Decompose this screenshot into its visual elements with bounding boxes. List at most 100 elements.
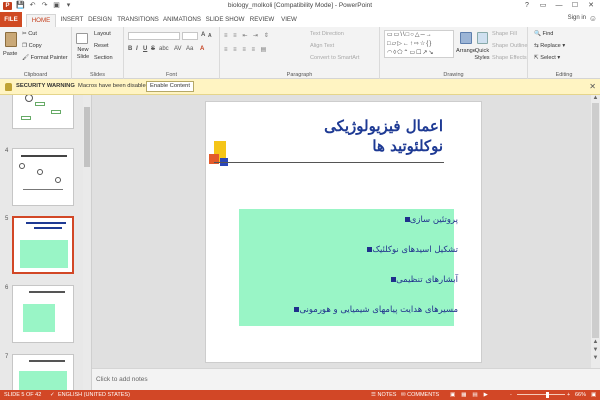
view-buttons[interactable]: ▣▦▤▶ <box>450 392 494 398</box>
drawing-group-label: Drawing <box>443 72 464 78</box>
tab-file[interactable]: FILE <box>0 12 22 27</box>
change-case-button[interactable]: Aa <box>186 46 193 52</box>
underline-button[interactable]: U <box>143 46 147 52</box>
zoom-in-button[interactable]: + <box>567 392 570 398</box>
thumb-bullet-box <box>19 371 67 390</box>
tab-design[interactable]: DESIGN <box>86 14 114 27</box>
tab-view[interactable]: VIEW <box>278 14 300 27</box>
find-button[interactable]: 🔍 Find <box>534 31 553 37</box>
enable-content-button[interactable]: Enable Content <box>146 81 194 92</box>
section-button[interactable]: Section <box>94 55 113 61</box>
copy-button[interactable]: ❐ Copy <box>22 43 42 49</box>
zoom-slider[interactable] <box>517 394 565 395</box>
bullet-item: پروتئین سازی <box>248 215 458 225</box>
font-name-combo[interactable] <box>128 32 180 40</box>
italic-button[interactable]: I <box>136 46 138 52</box>
quick-styles-icon[interactable] <box>477 32 488 44</box>
editor-scrollbar[interactable]: ▲ ▲ ▼ ▼ <box>591 95 600 368</box>
zoom-level[interactable]: 66% <box>575 392 586 398</box>
replace-button[interactable]: ⇆ Replace ▾ <box>534 43 565 49</box>
slide-title[interactable]: اعمال فیزیولوژیکی نوکلئوتید ها <box>233 116 443 156</box>
shape-outline-button[interactable]: Shape Outline <box>492 43 527 49</box>
shape-effects-button[interactable]: Shape Effects <box>492 55 527 61</box>
tab-home[interactable]: HOME <box>26 14 56 27</box>
slide-thumbnail-4[interactable] <box>12 148 74 206</box>
align-buttons[interactable]: ≡ ≡ ≡ ≡ ▤ <box>224 46 268 53</box>
bullet-text: تشکیل اسیدهای نوکلئیک <box>372 245 458 255</box>
molecule-drawing <box>37 169 43 175</box>
new-slide-icon[interactable] <box>76 33 88 44</box>
slide-thumbnail-5[interactable] <box>12 216 74 274</box>
zoom-out-button[interactable]: - <box>510 392 512 398</box>
tab-insert[interactable]: INSERT <box>58 14 86 27</box>
font-group-label: Font <box>165 72 177 78</box>
scrollbar-thumb[interactable] <box>84 107 90 167</box>
language-indicator[interactable]: ENGLISH (UNITED STATES) <box>58 392 130 398</box>
slide-canvas[interactable]: اعمال فیزیولوژیکی نوکلئوتید ها پروتئین س… <box>205 101 482 363</box>
font-size-combo[interactable] <box>182 32 198 40</box>
molecule-label-box <box>21 116 31 120</box>
bullet-item: آبشارهای تنظیمی <box>248 275 458 285</box>
bold-button[interactable]: B <box>128 46 132 52</box>
minimize-icon[interactable]: — <box>552 1 566 10</box>
bullet-text: پروتئین سازی <box>409 215 458 225</box>
scroll-down-arrow-icon[interactable]: ▼ <box>591 355 600 361</box>
notes-pane[interactable]: Click to add notes <box>92 368 600 390</box>
grow-font-button[interactable]: A <box>201 32 205 38</box>
ribbon-display-icon[interactable]: ▭ <box>536 1 550 10</box>
scroll-up-arrow-icon[interactable]: ▲ <box>591 339 600 345</box>
tab-review[interactable]: REVIEW <box>248 14 276 27</box>
thumb-title-line <box>29 291 65 293</box>
zoom-slider-handle[interactable] <box>546 392 549 398</box>
quick-styles-button[interactable]: Quick Styles <box>474 48 490 62</box>
shrink-font-button[interactable]: A <box>208 33 212 39</box>
scrollbar-thumb[interactable] <box>592 103 599 338</box>
slide-title-line-1: اعمال فیزیولوژیکی <box>324 117 443 135</box>
scroll-up-arrow-icon[interactable]: ▲ <box>591 95 600 101</box>
character-spacing-button[interactable]: AV <box>174 46 182 52</box>
paste-button[interactable]: Paste <box>3 51 17 57</box>
strikethrough-button[interactable]: S <box>151 46 155 52</box>
tab-transitions[interactable]: TRANSITIONS <box>116 14 160 27</box>
feedback-icon[interactable]: ☺ <box>589 14 597 23</box>
notes-placeholder: Click to add notes <box>96 376 148 383</box>
notes-toggle[interactable]: ☰ NOTES <box>371 392 396 398</box>
text-direction-button[interactable]: Text Direction <box>310 31 344 37</box>
cut-button[interactable]: ✂ Cut <box>22 31 37 37</box>
slide-title-line-2: نوکلئوتید ها <box>372 137 443 155</box>
select-button[interactable]: ⇱ Select ▾ <box>534 55 560 61</box>
slide-thumbnail-6[interactable] <box>12 285 74 343</box>
close-icon[interactable]: ✕ <box>589 82 596 91</box>
shape-fill-button[interactable]: Shape Fill <box>492 31 517 37</box>
comments-toggle[interactable]: ✉ COMMENTS <box>401 392 439 398</box>
font-color-button[interactable]: A <box>200 46 204 52</box>
status-bar: SLIDE 5 OF 42 ✓ ENGLISH (UNITED STATES) … <box>0 390 600 400</box>
layout-button[interactable]: Layout <box>94 31 111 37</box>
align-text-button[interactable]: Align Text <box>310 43 334 49</box>
tab-slide-show[interactable]: SLIDE SHOW <box>205 14 245 27</box>
arrange-button[interactable]: Arrange <box>456 48 476 54</box>
list-buttons[interactable]: ≡ ≡ ⇤ ⇥ ⇕ <box>224 32 271 39</box>
tab-animations[interactable]: ANIMATIONS <box>162 14 202 27</box>
spelling-icon[interactable]: ✓ <box>50 392 55 398</box>
fit-slide-icon[interactable]: ▣ <box>591 392 596 398</box>
shadow-button[interactable]: abc <box>159 46 169 52</box>
maximize-icon[interactable]: ☐ <box>568 1 582 10</box>
format-painter-button[interactable]: 🖌 Format Painter <box>22 55 68 61</box>
window-title: biology_molkoli [Compatibility Mode] - P… <box>227 2 373 9</box>
sign-in-link[interactable]: Sign in <box>568 15 586 21</box>
paste-icon[interactable] <box>5 32 17 47</box>
reset-button[interactable]: Reset <box>94 43 109 49</box>
close-icon[interactable]: ✕ <box>584 1 598 10</box>
scroll-down-arrow-icon[interactable]: ▼ <box>591 347 600 353</box>
slide-thumbnail-3[interactable] <box>12 95 74 129</box>
arrange-icon[interactable] <box>460 32 472 44</box>
bullet-text: مسیرهای هدایت پیامهای شیمیایی و هورمونی <box>299 305 458 315</box>
slide-thumbnail-7[interactable] <box>12 354 74 390</box>
shapes-gallery[interactable]: ▭▭\\□○△─→ □▱▷←↑⇨☆{} ◠◊⬠⌃▭☐↗↘ <box>384 30 454 58</box>
help-icon[interactable]: ? <box>520 1 534 10</box>
thumbnails-scrollbar[interactable] <box>83 95 91 390</box>
new-slide-button[interactable]: New Slide <box>73 47 93 61</box>
convert-smartart-button[interactable]: Convert to SmartArt <box>310 55 359 61</box>
bullet-list-box[interactable]: پروتئین سازی تشکیل اسیدهای نوکلئیک آبشار… <box>239 209 458 326</box>
